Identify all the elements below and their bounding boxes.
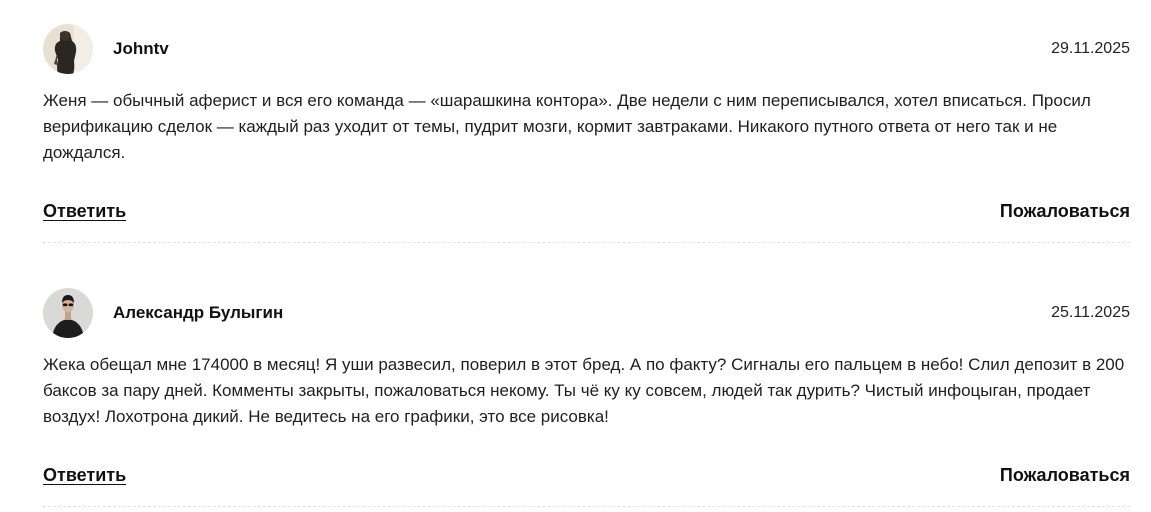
reply-link[interactable]: Ответить <box>43 201 126 222</box>
avatar-photo <box>43 24 93 74</box>
report-link[interactable]: Пожаловаться <box>1000 465 1130 486</box>
comment-divider <box>43 506 1130 507</box>
comment-text: Жека обещал мне 174000 в месяц! Я уши ра… <box>43 355 1125 426</box>
avatar <box>43 288 93 338</box>
comment-text: Женя — обычный аферист и вся его команда… <box>43 91 1091 162</box>
comment-actions: Ответить Пожаловаться <box>43 198 1130 224</box>
avatar-photo <box>43 288 93 338</box>
comment-actions: Ответить Пожаловаться <box>43 462 1130 488</box>
avatar <box>43 24 93 74</box>
author-name: Johntv <box>113 39 169 58</box>
author-name: Александр Булыгин <box>113 303 284 322</box>
comment-header: Александр Булыгин 25.11.2025 <box>43 288 1130 338</box>
comment-date: 25.11.2025 <box>1051 304 1130 321</box>
report-link[interactable]: Пожаловаться <box>1000 201 1130 222</box>
comment-date: 29.11.2025 <box>1051 40 1130 57</box>
reply-link[interactable]: Ответить <box>43 465 126 486</box>
comment: Johntv 29.11.2025 Женя — обычный аферист… <box>43 24 1130 243</box>
comment-header: Johntv 29.11.2025 <box>43 24 1130 74</box>
comment: Александр Булыгин 25.11.2025 Жека обещал… <box>43 288 1130 507</box>
comment-divider <box>43 242 1130 243</box>
comment-list: Johntv 29.11.2025 Женя — обычный аферист… <box>43 0 1130 507</box>
